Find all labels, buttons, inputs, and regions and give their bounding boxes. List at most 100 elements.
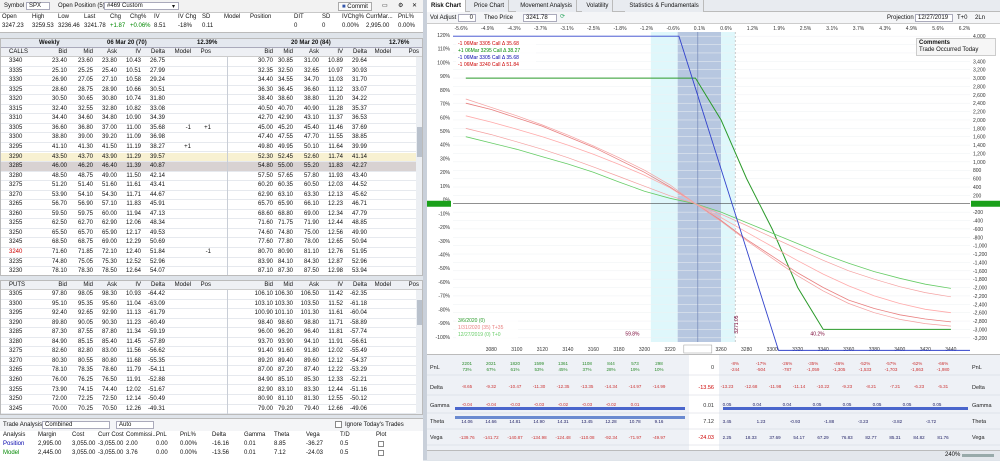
left-cell[interactable]: 72.00 [45, 395, 67, 405]
right-cell[interactable]: 47.70 [297, 133, 319, 143]
column-header[interactable]: Pos [189, 281, 211, 290]
column-header[interactable]: Model [369, 48, 391, 57]
right-cell[interactable]: 30.93 [345, 67, 367, 77]
left-cell[interactable]: 76.00 [45, 376, 67, 386]
right-cell[interactable]: 51.95 [345, 248, 367, 258]
close-icon[interactable]: ✕ [412, 2, 417, 9]
left-cell[interactable]: 76.25 [71, 376, 93, 386]
option-row[interactable]: 3250 72.00 72.25 72.50 12.14 -50.49 80.90 81.10… [1, 395, 416, 405]
option-row[interactable]: 3325 28.60 28.75 28.90 10.66 30.51 36.30 36.45 3… [1, 86, 416, 96]
left-cell[interactable]: +1 [169, 143, 191, 153]
left-cell[interactable]: 23.60 [71, 57, 93, 67]
right-cell[interactable]: 63.30 [297, 191, 319, 201]
left-cell[interactable]: 12.26 [119, 405, 141, 414]
theo-price-input[interactable]: 3241.78 [523, 14, 557, 22]
strike-cell[interactable]: 3255 [9, 219, 22, 229]
left-cell[interactable]: 84.90 [45, 338, 67, 348]
right-cell[interactable]: 43.40 [345, 172, 367, 182]
left-cell[interactable]: 46.00 [45, 162, 67, 172]
left-cell[interactable]: -57.89 [143, 338, 165, 348]
left-cell[interactable]: 74.15 [71, 386, 93, 396]
option-row[interactable]: 3250 65.50 65.70 65.90 12.17 49.53 74.60 74.80 7… [1, 229, 416, 239]
left-cell[interactable]: 34.80 [95, 114, 117, 124]
right-cell[interactable]: 46.71 [345, 200, 367, 210]
right-cell[interactable]: 12.33 [321, 376, 343, 386]
left-cell[interactable]: 42.14 [143, 172, 165, 182]
left-cell[interactable]: -51.67 [143, 386, 165, 396]
plot-checkbox[interactable] [378, 450, 384, 456]
option-row[interactable]: 3295 41.10 41.30 41.50 11.19 38.27 +1 49.80 49.9… [1, 143, 416, 153]
left-cell[interactable]: 37.00 [95, 124, 117, 134]
left-cell[interactable]: 38.27 [143, 143, 165, 153]
right-cell[interactable]: 12.03 [321, 181, 343, 191]
left-cell[interactable]: 92.65 [71, 309, 93, 319]
strike-cell[interactable]: 3270 [9, 357, 22, 367]
left-cell[interactable]: 30.51 [143, 86, 165, 96]
right-cell[interactable]: 45.62 [345, 191, 367, 201]
right-cell[interactable]: 12.23 [321, 200, 343, 210]
right-cell[interactable]: 55.00 [271, 162, 293, 172]
left-cell[interactable]: 36.80 [71, 124, 93, 134]
left-cell[interactable]: 26.75 [143, 57, 165, 67]
right-cell[interactable]: 31.00 [297, 57, 319, 67]
right-cell[interactable]: -57.74 [345, 328, 367, 338]
option-row[interactable]: 3260 76.00 76.25 76.50 11.91 -52.88 84.90 85.10… [1, 376, 416, 386]
left-cell[interactable]: 11.71 [119, 191, 141, 201]
left-cell[interactable]: 12.17 [119, 229, 141, 239]
right-cell[interactable]: 77.80 [271, 238, 293, 248]
left-cell[interactable]: -54.11 [143, 366, 165, 376]
ta-cell[interactable]: 0.5 [340, 441, 348, 447]
right-cell[interactable]: 106.50 [297, 290, 319, 300]
left-cell[interactable]: 85.15 [71, 338, 93, 348]
right-cell[interactable]: 42.27 [345, 162, 367, 172]
right-cell[interactable]: 34.40 [251, 76, 273, 86]
right-cell[interactable]: 12.66 [321, 405, 343, 414]
right-cell[interactable]: 79.40 [297, 405, 319, 414]
left-cell[interactable]: 32.55 [71, 105, 93, 115]
left-cell[interactable]: 41.30 [71, 143, 93, 153]
left-cell[interactable]: -56.62 [143, 347, 165, 357]
left-cell[interactable]: 71.85 [71, 248, 93, 258]
ta-cell[interactable]: 3,055.00 [72, 450, 95, 456]
right-cell[interactable]: 36.30 [251, 86, 273, 96]
left-cell[interactable]: 10.51 [119, 67, 141, 77]
right-cell[interactable]: 103.50 [297, 300, 319, 310]
ta-cell[interactable]: 0.00% [180, 450, 197, 456]
strike-cell[interactable]: 3245 [9, 238, 22, 248]
strike-cell[interactable]: 3295 [9, 143, 22, 153]
right-cell[interactable]: 39.99 [345, 143, 367, 153]
right-cell[interactable]: 50.10 [297, 143, 319, 153]
left-cell[interactable]: 48.75 [71, 172, 93, 182]
right-cell[interactable]: -61.18 [345, 300, 367, 310]
column-header[interactable]: Delta [143, 48, 165, 57]
left-cell[interactable]: 11.45 [119, 338, 141, 348]
left-cell[interactable]: 89.80 [45, 319, 67, 329]
left-cell[interactable]: -59.19 [143, 328, 165, 338]
right-cell[interactable]: 87.20 [271, 366, 293, 376]
left-cell[interactable]: 75.30 [95, 258, 117, 268]
left-cell[interactable]: 41.10 [45, 143, 67, 153]
left-cell[interactable]: 27.05 [71, 76, 93, 86]
left-cell[interactable]: 83.00 [95, 347, 117, 357]
right-cell[interactable]: 33.07 [345, 86, 367, 96]
right-cell[interactable]: 11.71 [321, 319, 343, 329]
left-cell[interactable]: 25.40 [95, 67, 117, 77]
right-cell[interactable]: -52.21 [345, 376, 367, 386]
right-cell[interactable]: 49.80 [251, 143, 273, 153]
left-cell[interactable]: 11.94 [119, 210, 141, 220]
option-row[interactable]: 3240 71.60 71.85 72.10 12.40 51.84 -1 80.70 80.9… [1, 248, 416, 258]
right-cell[interactable]: 50.94 [345, 238, 367, 248]
left-cell[interactable]: 85.40 [95, 338, 117, 348]
left-cell[interactable]: 51.40 [71, 181, 93, 191]
left-cell[interactable]: 95.35 [71, 300, 93, 310]
left-cell[interactable]: 87.55 [71, 328, 93, 338]
right-cell[interactable]: 49.95 [271, 143, 293, 153]
left-cell[interactable]: 87.30 [45, 328, 67, 338]
column-header[interactable]: Bid [251, 48, 273, 57]
strike-cell[interactable]: 3260 [9, 210, 22, 220]
left-cell[interactable]: 25.10 [45, 67, 67, 77]
right-cell[interactable]: 12.56 [321, 229, 343, 239]
right-cell[interactable]: 65.70 [251, 200, 273, 210]
right-cell[interactable]: 106.30 [271, 290, 293, 300]
left-cell[interactable]: 56.70 [45, 200, 67, 210]
